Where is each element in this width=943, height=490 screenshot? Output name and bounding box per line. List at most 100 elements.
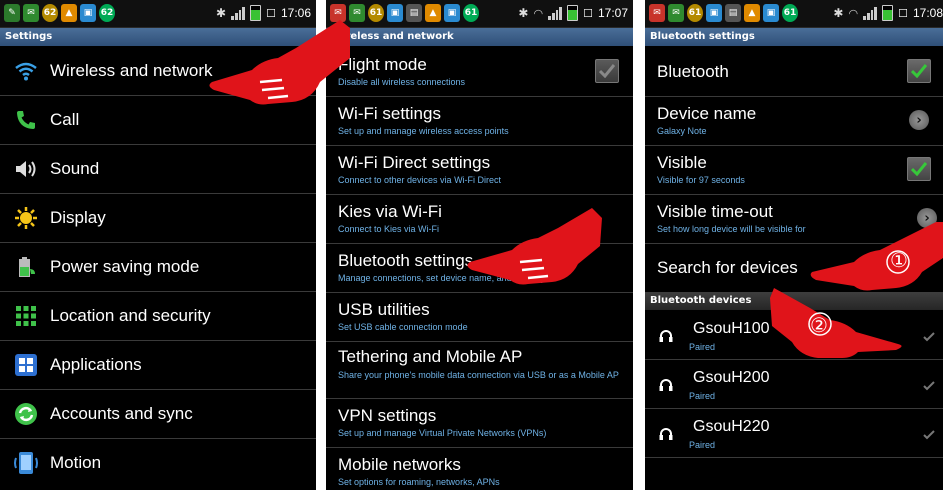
flight-mode-checkbox[interactable] xyxy=(595,59,619,83)
flight-mode-item[interactable]: Flight mode Disable all wireless connect… xyxy=(326,47,633,97)
item-title: Visible time-out xyxy=(657,202,773,221)
phone-icon xyxy=(12,106,40,134)
device-name-value: Galaxy Note xyxy=(657,126,707,136)
item-title: Kies via Wi-Fi xyxy=(338,202,442,221)
check-icon xyxy=(911,162,927,176)
notification-icon: ▣ xyxy=(763,4,779,22)
paired-device-item[interactable]: GsouH100 Paired xyxy=(645,310,943,360)
notification-badge-icon: 61 xyxy=(687,4,703,22)
notification-icon: ▣ xyxy=(706,4,722,22)
battery-status-icon xyxy=(567,5,579,21)
item-subtitle: Manage connections, set device name, and… xyxy=(338,273,546,283)
item-subtitle: Connect to Kies via Wi-Fi xyxy=(338,224,440,234)
device-name: GsouH100 xyxy=(693,320,770,337)
notification-badge-icon: 62 xyxy=(99,4,115,22)
item-subtitle: Set options for roaming, networks, APNs xyxy=(338,477,500,487)
settings-item-label: Location and security xyxy=(50,306,211,325)
item-title: Tethering and Mobile AP xyxy=(338,347,523,366)
wifi-status-icon: ◠ xyxy=(533,7,544,20)
status-time: 17:08 xyxy=(912,6,943,20)
wifi-direct-settings-item[interactable]: Wi-Fi Direct settings Connect to other d… xyxy=(326,145,633,195)
item-title: USB utilities xyxy=(338,300,430,319)
notification-icon: ▲ xyxy=(425,4,441,22)
item-subtitle: Disable all wireless connections xyxy=(338,77,466,87)
notification-icon: ✉ xyxy=(349,4,365,22)
screen-title: Settings xyxy=(0,28,316,46)
settings-item-accounts-sync[interactable]: Accounts and sync xyxy=(0,390,316,439)
kies-via-wifi-item[interactable]: Kies via Wi-Fi Connect to Kies via Wi-Fi xyxy=(326,194,633,244)
bluetooth-settings-item[interactable]: Bluetooth settings Manage connections, s… xyxy=(326,243,633,293)
step-1-marker: ① xyxy=(890,248,908,272)
notification-icon: ▲ xyxy=(744,4,760,22)
battery-status-icon xyxy=(250,5,262,21)
status-bar: ✉ ✉ 61 ▣ ▤ ▲ ▣ 61 ✱ ◠ ☐ 17:08 xyxy=(645,0,943,28)
item-title: VPN settings xyxy=(338,406,437,425)
notification-icon: ▣ xyxy=(80,4,96,22)
notification-icon: ✉ xyxy=(668,4,684,22)
notification-icon: ▣ xyxy=(444,4,460,22)
check-icon xyxy=(923,327,935,346)
visible-checkbox[interactable] xyxy=(907,157,931,181)
settings-item-sound[interactable]: Sound xyxy=(0,145,316,194)
settings-item-location-security[interactable]: Location and security xyxy=(0,292,316,341)
settings-item-label: Call xyxy=(50,110,80,129)
display-icon xyxy=(12,204,40,232)
bluetooth-status-icon: ✱ xyxy=(833,6,844,20)
settings-item-applications[interactable]: Applications xyxy=(0,341,316,390)
device-status: Paired xyxy=(689,391,716,401)
headset-icon xyxy=(659,426,673,445)
battery-icon xyxy=(12,253,40,281)
signal-icon xyxy=(231,6,246,20)
signal-icon xyxy=(863,6,878,20)
motion-icon xyxy=(12,449,40,477)
item-title: Mobile networks xyxy=(338,455,461,474)
bluetooth-status-icon: ✱ xyxy=(216,6,227,20)
usb-utilities-item[interactable]: USB utilities Set USB cable connection m… xyxy=(326,292,633,342)
wireless-network-screen: ✉ ✉ 61 ▣ ▤ ▲ ▣ 61 ✱ ◠ ☐ 17:07 Wireless a… xyxy=(326,0,633,490)
status-time: 17:07 xyxy=(597,6,628,20)
paired-device-item[interactable]: GsouH200 Paired xyxy=(645,359,943,409)
settings-screen: ✎ ✉ 62 ▲ ▣ 62 ✱ ☐ 17:06 Settings Wireles… xyxy=(0,0,316,490)
visible-item[interactable]: Visible Visible for 97 seconds xyxy=(645,145,943,195)
sim-icon: ☐ xyxy=(583,7,593,20)
settings-item-power-saving[interactable]: Power saving mode xyxy=(0,243,316,292)
settings-item-wireless[interactable]: Wireless and network xyxy=(0,47,316,96)
item-title: Search for devices xyxy=(657,258,798,277)
notification-badge-icon: 61 xyxy=(463,4,479,22)
check-icon xyxy=(599,64,615,78)
visible-timeout-item[interactable]: Visible time-out Set how long device wil… xyxy=(645,194,943,244)
check-icon xyxy=(911,64,927,78)
check-icon xyxy=(923,425,935,444)
settings-item-call[interactable]: Call xyxy=(0,96,316,145)
item-title: Flight mode xyxy=(338,55,427,74)
location-grid-icon xyxy=(12,302,40,330)
settings-item-display[interactable]: Display xyxy=(0,194,316,243)
settings-item-motion[interactable]: Motion xyxy=(0,439,316,487)
item-subtitle: Set up and manage Virtual Private Networ… xyxy=(338,428,547,438)
wifi-status-icon: ◠ xyxy=(848,7,859,20)
notification-icon: ▣ xyxy=(387,4,403,22)
vpn-settings-item[interactable]: VPN settings Set up and manage Virtual P… xyxy=(326,398,633,448)
settings-item-label: Sound xyxy=(50,159,100,178)
wifi-settings-item[interactable]: Wi-Fi settings Set up and manage wireles… xyxy=(326,96,633,146)
device-name-item[interactable]: Device name Galaxy Note › xyxy=(645,96,943,146)
chevron-right-icon[interactable]: › xyxy=(917,208,937,228)
paired-device-item[interactable]: GsouH220 Paired xyxy=(645,408,943,458)
bluetooth-toggle-item[interactable]: Bluetooth xyxy=(645,47,943,97)
mobile-networks-item[interactable]: Mobile networks Set options for roaming,… xyxy=(326,447,633,490)
section-header-bluetooth-devices: Bluetooth devices xyxy=(645,292,943,310)
device-status: Paired xyxy=(689,440,716,450)
settings-item-label: Accounts and sync xyxy=(50,404,193,423)
item-title: Bluetooth settings xyxy=(338,251,474,270)
status-bar: ✎ ✉ 62 ▲ ▣ 62 ✱ ☐ 17:06 xyxy=(0,0,316,28)
settings-item-label: Applications xyxy=(50,355,142,374)
bluetooth-status-icon: ✱ xyxy=(518,6,529,20)
bluetooth-checkbox[interactable] xyxy=(907,59,931,83)
settings-item-label: Power saving mode xyxy=(50,257,200,276)
speaker-icon xyxy=(12,155,40,183)
chevron-right-icon[interactable]: › xyxy=(909,110,929,130)
tethering-mobile-ap-item[interactable]: Tethering and Mobile AP Share your phone… xyxy=(326,341,633,399)
step-2-marker: ② xyxy=(810,313,828,337)
notification-icon: ▲ xyxy=(61,4,77,22)
check-icon xyxy=(923,376,935,395)
